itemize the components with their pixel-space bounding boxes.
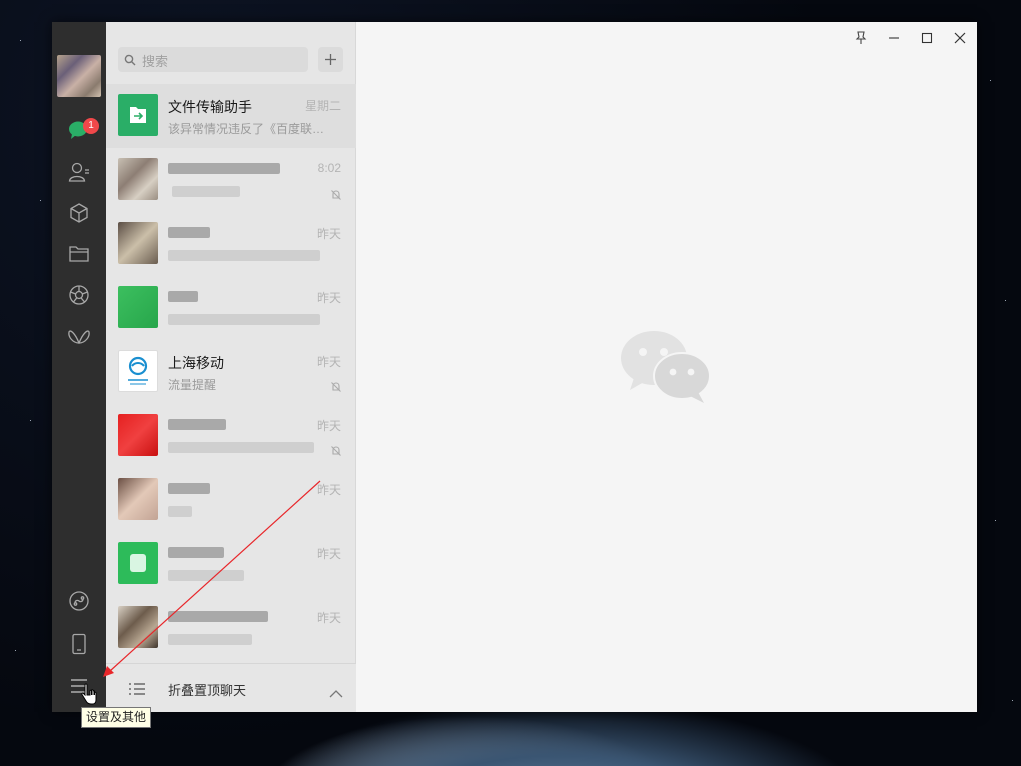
conversation-time: 昨天 xyxy=(316,355,341,369)
mute-icon xyxy=(330,378,342,397)
blurred-preview xyxy=(168,314,320,325)
conversation-name: 上海移动 xyxy=(168,355,224,371)
conversation-time: 昨天 xyxy=(316,483,341,497)
conversation-item[interactable]: 昨天 xyxy=(106,212,356,276)
conversation-time: 昨天 xyxy=(316,611,341,625)
blurred-preview xyxy=(168,634,252,645)
conversation-avatar xyxy=(118,222,158,264)
hand-cursor-icon xyxy=(81,683,97,709)
search-input[interactable]: 搜索 xyxy=(118,47,308,72)
tooltip: 设置及其他 xyxy=(81,707,152,728)
china-mobile-avatar xyxy=(118,350,158,392)
blurred-preview xyxy=(168,250,320,261)
moments-icon[interactable] xyxy=(66,282,92,308)
blurred-name xyxy=(168,291,198,302)
search-icon xyxy=(124,53,136,71)
minimize-icon[interactable] xyxy=(882,26,906,50)
phone-icon[interactable] xyxy=(66,631,92,657)
list-icon xyxy=(128,681,146,700)
chat-main-pane xyxy=(356,22,977,712)
conversation-item[interactable]: 文件传输助手 该异常情况违反了《百度联… 星期二 xyxy=(106,84,356,148)
conversation-preview: 流量提醒 xyxy=(168,378,217,392)
conversation-item[interactable]: 8:02 xyxy=(106,148,356,212)
fold-pinned-label: 折叠置顶聊天 xyxy=(168,683,247,698)
blurred-name xyxy=(168,163,280,174)
blurred-name xyxy=(168,547,224,558)
maximize-icon[interactable] xyxy=(915,26,939,50)
conversation-avatar xyxy=(118,158,158,200)
blurred-preview xyxy=(168,570,244,581)
conversation-time: 昨天 xyxy=(316,547,341,561)
conversation-avatar xyxy=(118,286,158,328)
file-transfer-avatar xyxy=(118,94,158,136)
mini-program-icon[interactable] xyxy=(66,324,92,350)
search-placeholder: 搜索 xyxy=(142,54,169,69)
conversation-avatar xyxy=(118,478,158,520)
conversation-time: 8:02 xyxy=(317,161,341,175)
blurred-name xyxy=(168,611,268,622)
conversation-avatar xyxy=(118,606,158,648)
conversation-time: 昨天 xyxy=(316,419,341,433)
chevron-up-icon[interactable] xyxy=(329,683,343,702)
pin-icon[interactable] xyxy=(849,26,873,50)
conversation-item[interactable]: 昨天 xyxy=(106,532,356,596)
contacts-icon[interactable] xyxy=(66,159,92,185)
conversation-avatar xyxy=(118,414,158,456)
blurred-preview xyxy=(172,186,240,197)
conversation-name: 文件传输助手 xyxy=(168,99,252,115)
wechat-logo-watermark xyxy=(618,328,714,412)
blurred-name xyxy=(168,227,210,238)
blurred-name xyxy=(168,483,210,494)
conversation-time: 昨天 xyxy=(316,291,341,305)
user-avatar[interactable] xyxy=(57,55,101,97)
wechat-window: 1 搜索 文件传输助手 该异常情况违反了《百度联… 星期二 8:02 昨天 昨天… xyxy=(52,22,977,712)
sidebar: 1 xyxy=(52,22,106,712)
conversation-item[interactable]: 昨天 xyxy=(106,468,356,532)
conversation-preview: 该异常情况违反了《百度联… xyxy=(168,122,324,136)
favorites-icon[interactable] xyxy=(66,200,92,226)
conversation-item[interactable]: 昨天 xyxy=(106,404,356,468)
mini-program-panel-icon[interactable] xyxy=(66,588,92,614)
conversation-item[interactable]: 昨天 xyxy=(106,596,356,660)
conversation-item[interactable]: 上海移动 流量提醒 昨天 xyxy=(106,340,356,404)
files-icon[interactable] xyxy=(66,241,92,267)
conversation-time: 星期二 xyxy=(304,99,341,113)
fold-pinned-chats-bar[interactable]: 折叠置顶聊天 xyxy=(106,663,356,712)
blurred-preview xyxy=(168,506,192,517)
blurred-preview xyxy=(168,442,314,453)
conversation-item[interactable]: 昨天 xyxy=(106,276,356,340)
mute-icon xyxy=(330,442,342,461)
chat-list-panel: 搜索 文件传输助手 该异常情况违反了《百度联… 星期二 8:02 昨天 昨天 上… xyxy=(106,22,356,712)
conversation-time: 昨天 xyxy=(316,227,341,241)
mute-icon xyxy=(330,186,342,205)
close-icon[interactable] xyxy=(948,26,972,50)
conversation-avatar xyxy=(118,542,158,584)
add-button[interactable] xyxy=(318,47,343,72)
unread-badge: 1 xyxy=(83,118,99,134)
blurred-name xyxy=(168,419,226,430)
